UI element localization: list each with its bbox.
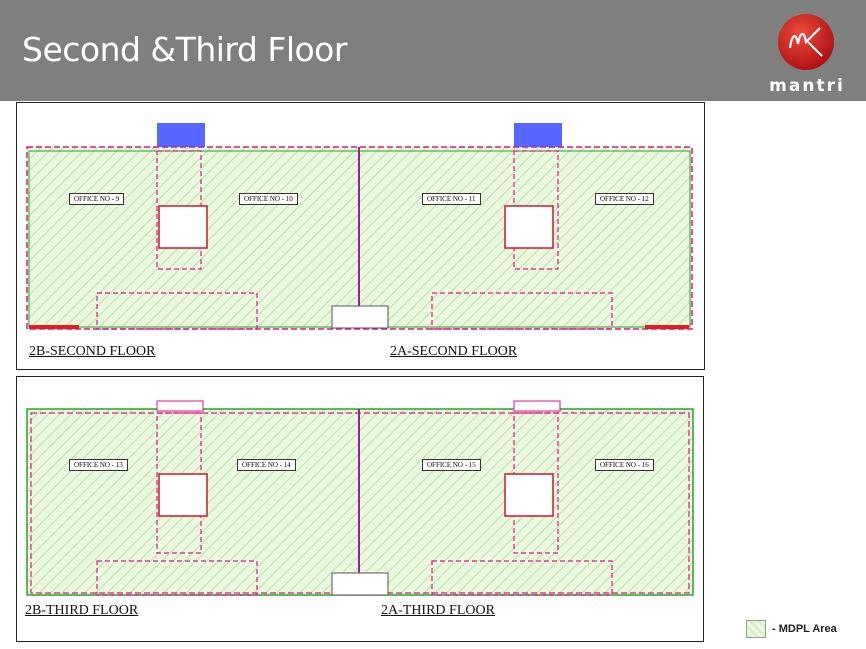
floor-label-2b-second: 2B-SECOND FLOOR xyxy=(29,344,156,359)
office-label-11: OFFICE NO - 11 xyxy=(422,193,481,205)
office-label-15: OFFICE NO - 15 xyxy=(422,459,481,471)
office-label-16: OFFICE NO - 16 xyxy=(595,459,654,471)
office-label-14: OFFICE NO - 14 xyxy=(237,459,296,471)
third-floor-plan xyxy=(26,400,694,596)
office-label-12: OFFICE NO - 12 xyxy=(595,193,654,205)
office-label-9: OFFICE NO - 9 xyxy=(69,193,125,205)
floor-label-2a-third: 2A-THIRD FLOOR xyxy=(381,603,495,618)
floor-label-2a-second: 2A-SECOND FLOOR xyxy=(390,344,518,359)
mantri-logo-icon xyxy=(778,14,834,70)
third-floor-plan-panel: OFFICE NO - 13 OFFICE NO - 14 OFFICE NO … xyxy=(16,376,704,642)
slide-title: Second &Third Floor xyxy=(22,30,347,69)
second-floor-plan-panel: OFFICE NO - 9 OFFICE NO - 10 OFFICE NO -… xyxy=(16,102,705,370)
slide-header: Second &Third Floor mantri xyxy=(0,0,866,101)
office-label-13: OFFICE NO - 13 xyxy=(69,459,128,471)
logo-wordmark: mantri xyxy=(769,76,845,96)
office-label-10: OFFICE NO - 10 xyxy=(239,193,298,205)
floor-label-2b-third: 2B-THIRD FLOOR xyxy=(25,603,139,618)
mdpl-area-swatch xyxy=(746,620,766,638)
mdpl-legend-label: - MDPL Area xyxy=(772,623,837,635)
mantri-logo: mantri xyxy=(752,12,862,98)
second-floor-plan xyxy=(26,123,693,330)
mdpl-legend: - MDPL Area xyxy=(746,620,837,638)
